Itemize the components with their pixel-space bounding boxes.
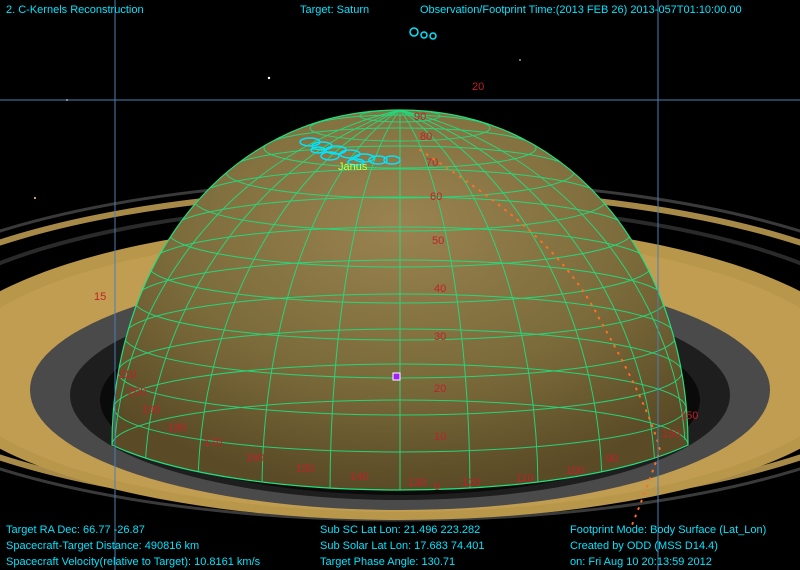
sub-solar-readout: Sub Solar Lat Lon: 17.683 74.401	[320, 540, 485, 552]
target-label: Target: Saturn	[300, 4, 370, 16]
edge-label: 150	[662, 428, 680, 440]
lon-label: 140	[350, 471, 368, 483]
lon-label: 120	[462, 477, 480, 489]
velocity-readout: Spacecraft Velocity(relative to Target):…	[6, 556, 261, 568]
edge-label: 150	[680, 410, 698, 422]
phase-angle-readout: Target Phase Angle: 130.71	[320, 556, 456, 568]
lon-label: 180	[168, 422, 186, 434]
lon-label: 200	[128, 386, 146, 398]
window-title: 2. C-Kernels Reconstruction	[6, 4, 144, 16]
sub-spacecraft-marker	[392, 372, 401, 381]
distance-readout: Spacecraft-Target Distance: 490816 km	[6, 540, 200, 552]
lat-label: 60	[430, 191, 442, 203]
sub-sc-readout: Sub SC Lat Lon: 21.496 223.282	[320, 524, 481, 536]
lon-label: 190	[142, 404, 160, 416]
lon-label: 130	[408, 477, 426, 489]
lat-label: 50	[432, 235, 444, 247]
remote-footprint	[409, 27, 437, 40]
lat-label: 80	[420, 131, 432, 143]
lat-label: 0	[434, 481, 440, 493]
lon-label: 170	[204, 437, 222, 449]
bottom-left-info: Target RA Dec: 66.77 -26.87 Spacecraft-T…	[6, 522, 260, 570]
lon-label: 90	[606, 453, 618, 465]
lat-label: 20	[434, 383, 446, 395]
lon-label: 210	[118, 369, 136, 381]
saturn-scene-view[interactable]: 210 200 190 180 170 160 150 140 130 120 …	[0, 0, 800, 570]
observation-time: Observation/Footprint Time:(2013 FEB 26)…	[420, 4, 742, 16]
created-by: Created by ODD (MSS D14.4)	[570, 540, 718, 552]
lon-label: 150	[296, 463, 314, 475]
bottom-right-info: Footprint Mode: Body Surface (Lat_Lon) C…	[570, 522, 766, 570]
moon-label: Janus	[338, 161, 368, 173]
bottom-center-info: Sub SC Lat Lon: 21.496 223.282 Sub Solar…	[320, 522, 485, 570]
lat-label: 40	[434, 283, 446, 295]
lat-label: 30	[434, 331, 446, 343]
ra-dec-readout: Target RA Dec: 66.77 -26.87	[6, 524, 145, 536]
lat-label: 10	[434, 431, 446, 443]
lon-label: 160	[246, 452, 264, 464]
created-on: on: Fri Aug 10 20:13:59 2012	[570, 556, 712, 568]
lat-label: 90	[414, 111, 426, 123]
lon-label: 100	[566, 465, 584, 477]
footprint-mode: Footprint Mode: Body Surface (Lat_Lon)	[570, 524, 767, 536]
lon-label: 110	[516, 473, 534, 485]
edge-label: 15	[94, 291, 106, 303]
lat-label: 70	[426, 157, 438, 169]
edge-label: 20	[472, 81, 484, 93]
saturn-globe	[111, 109, 689, 491]
